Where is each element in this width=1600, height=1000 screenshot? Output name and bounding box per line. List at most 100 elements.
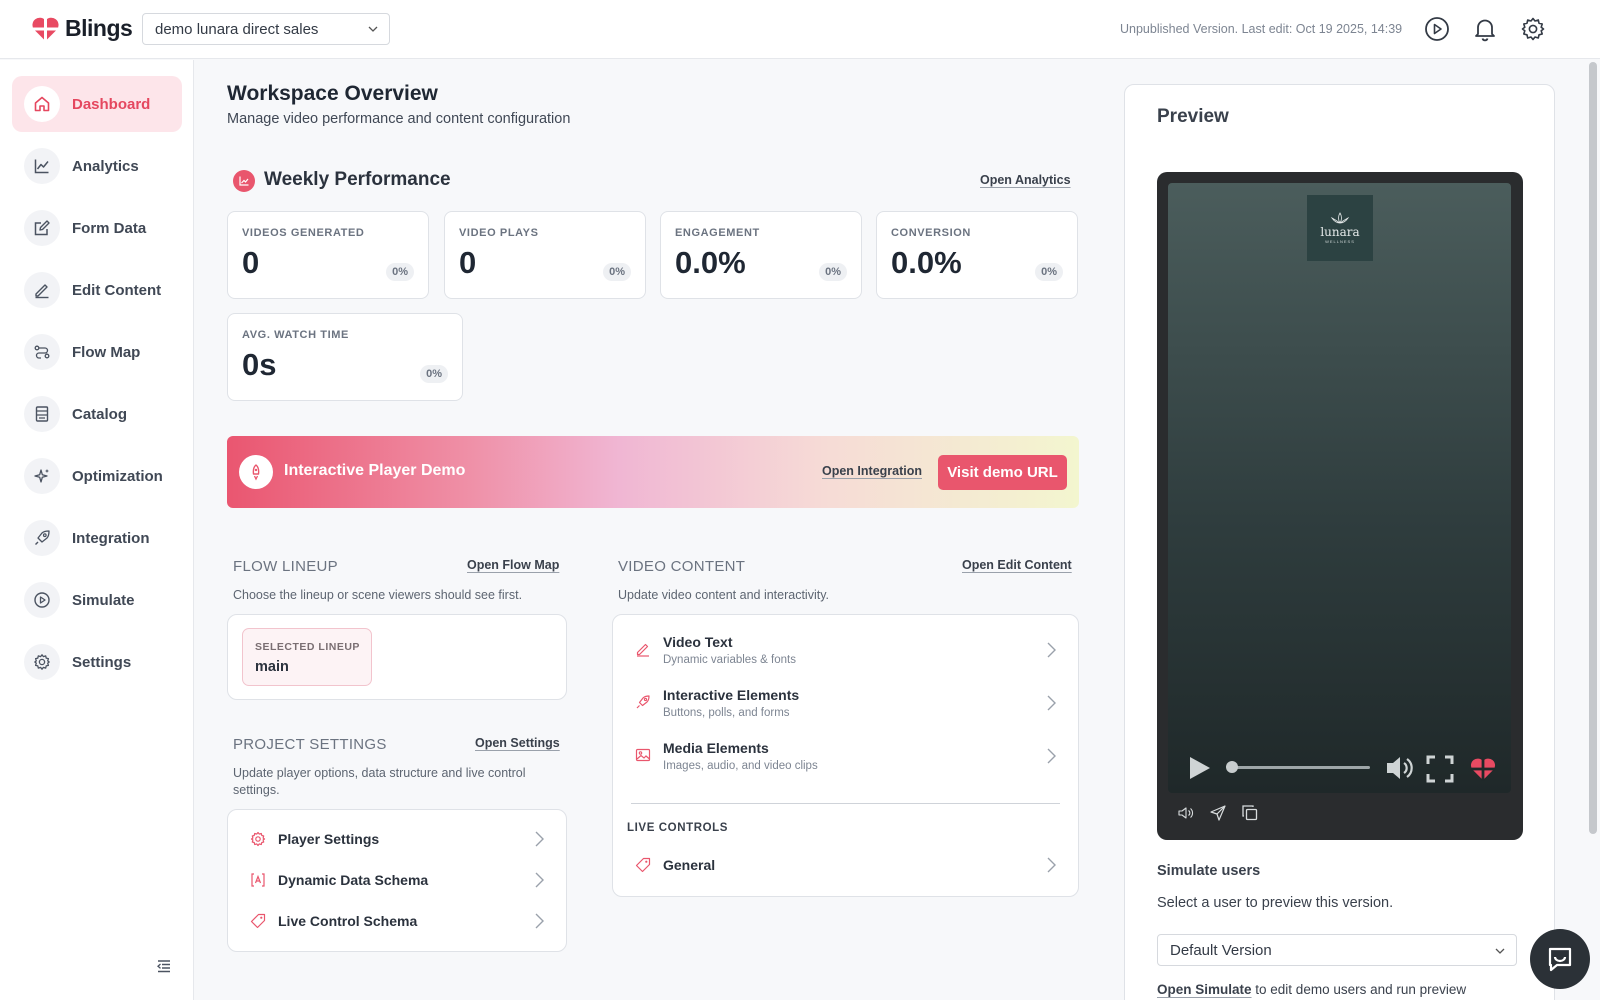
open-integration-link[interactable]: Open Integration [822, 464, 922, 478]
visit-demo-url-button[interactable]: Visit demo URL [938, 455, 1067, 490]
data-schema-icon [251, 873, 265, 887]
media-elements-row[interactable]: Media Elements Images, audio, and video … [613, 731, 1078, 781]
selected-lineup-value: main [255, 659, 289, 675]
bell-icon[interactable] [1472, 16, 1498, 42]
player-settings-row[interactable]: Player Settings [228, 818, 566, 862]
send-icon[interactable] [1209, 804, 1227, 822]
sidebar-item-label: Flow Map [72, 343, 141, 361]
stat-value: 0s [242, 347, 277, 382]
row-title: Live Control Schema [278, 913, 418, 929]
video-text-row[interactable]: Video Text Dynamic variables & fonts [613, 625, 1078, 675]
open-settings-link[interactable]: Open Settings [475, 736, 560, 750]
dynamic-data-schema-row[interactable]: Dynamic Data Schema [228, 859, 566, 903]
progress-handle[interactable] [1226, 761, 1238, 773]
chart-line-icon [24, 148, 60, 184]
pencil-icon [636, 643, 649, 657]
collapse-sidebar-icon[interactable] [156, 958, 172, 974]
row-title: Video Text [663, 634, 733, 650]
sidebar-item-flow-map[interactable]: Flow Map [12, 324, 182, 380]
page-title: Workspace Overview [227, 82, 438, 105]
workspace-select[interactable]: demo lunara direct sales [142, 13, 390, 45]
interactive-elements-row[interactable]: Interactive Elements Buttons, polls, and… [613, 678, 1078, 728]
sidebar-item-settings[interactable]: Settings [12, 634, 182, 690]
stat-value: 0.0% [675, 245, 746, 280]
sidebar-item-analytics[interactable]: Analytics [12, 138, 182, 194]
brand-logo[interactable]: Blings [32, 15, 133, 42]
row-title: Interactive Elements [663, 687, 800, 703]
open-edit-content-link[interactable]: Open Edit Content [962, 558, 1072, 572]
play-circle-icon[interactable] [1424, 16, 1450, 42]
gear-icon[interactable] [1520, 16, 1546, 42]
simulate-users-description: Select a user to preview this version. [1157, 895, 1394, 911]
volume-icon[interactable] [1385, 753, 1417, 783]
chevron-down-icon [1495, 948, 1505, 954]
interactive-demo-banner: Interactive Player Demo Open Integration… [227, 436, 1079, 508]
help-chat-button[interactable] [1530, 929, 1590, 989]
image-icon [635, 748, 651, 762]
live-control-schema-row[interactable]: Live Control Schema [228, 900, 566, 944]
sidebar: Dashboard Analytics Form Data Edit Conte… [0, 60, 194, 1000]
stat-card-avg-watch-time: AVG. WATCH TIME 0s 0% [227, 313, 463, 401]
simulate-footer: Open Simulate to edit demo users and run… [1157, 982, 1466, 997]
stat-label: VIDEO PLAYS [459, 227, 539, 239]
video-content-card: Video Text Dynamic variables & fonts Int… [612, 614, 1079, 897]
row-title: Dynamic Data Schema [278, 872, 429, 888]
stat-delta-badge: 0% [819, 263, 847, 281]
weekly-performance-title: Weekly Performance [264, 169, 451, 190]
gear-icon [24, 644, 60, 680]
play-circle-icon [24, 582, 60, 618]
copy-icon[interactable] [1241, 804, 1259, 822]
sidebar-item-label: Integration [72, 529, 150, 547]
simulate-footer-text: to edit demo users and run preview [1251, 982, 1467, 997]
rocket-icon [239, 455, 273, 489]
lunara-logo: lunara WELLNESS [1307, 195, 1373, 261]
tag-icon [635, 857, 651, 873]
sidebar-item-catalog[interactable]: Catalog [12, 386, 182, 442]
sidebar-item-edit-content[interactable]: Edit Content [12, 262, 182, 318]
fullscreen-icon[interactable] [1426, 755, 1454, 783]
blings-logo-icon [1470, 758, 1496, 781]
selected-lineup-label: SELECTED LINEUP [255, 641, 360, 653]
version-select[interactable]: Default Version [1157, 934, 1517, 966]
chevron-right-icon [1047, 748, 1056, 764]
open-analytics-link[interactable]: Open Analytics [980, 173, 1071, 187]
row-description: Buttons, polls, and forms [663, 707, 790, 719]
section-divider [631, 803, 1060, 804]
selected-lineup-chip[interactable]: SELECTED LINEUP main [242, 628, 372, 686]
sidebar-item-simulate[interactable]: Simulate [12, 572, 182, 628]
sidebar-item-optimization[interactable]: Optimization [12, 448, 182, 504]
sidebar-item-integration[interactable]: Integration [12, 510, 182, 566]
speaker-icon[interactable] [1177, 804, 1195, 822]
stat-card-videos-generated: VIDEOS GENERATED 0 0% [227, 211, 429, 299]
demo-title: Interactive Player Demo [284, 462, 466, 479]
lotus-icon [1330, 212, 1350, 224]
open-flow-map-link[interactable]: Open Flow Map [467, 558, 559, 572]
row-title: General [663, 857, 716, 873]
chevron-right-icon [1047, 695, 1056, 711]
simulate-users-title: Simulate users [1157, 863, 1261, 879]
stat-label: ENGAGEMENT [675, 227, 760, 239]
play-icon[interactable] [1186, 755, 1212, 781]
stat-delta-badge: 0% [603, 263, 631, 281]
stat-label: CONVERSION [891, 227, 971, 239]
video-player[interactable]: lunara WELLNESS [1157, 172, 1523, 840]
brand-name-text: lunara [1320, 225, 1360, 239]
gear-icon [250, 831, 266, 847]
sidebar-item-form-data[interactable]: Form Data [12, 200, 182, 256]
version-select-value: Default Version [1170, 941, 1272, 959]
open-simulate-link[interactable]: Open Simulate [1157, 982, 1252, 997]
chevron-right-icon [535, 872, 544, 888]
row-description: Images, audio, and video clips [663, 760, 818, 772]
stat-delta-badge: 0% [420, 365, 448, 383]
video-content-description: Update video content and interactivity. [618, 588, 830, 602]
edit-status-text: Unpublished Version. Last edit: Oct 19 2… [1120, 22, 1403, 36]
sidebar-item-dashboard[interactable]: Dashboard [12, 76, 182, 132]
progress-track[interactable] [1232, 766, 1370, 769]
stat-delta-badge: 0% [1035, 263, 1063, 281]
scrollbar[interactable] [1589, 62, 1597, 834]
video-screen[interactable]: lunara WELLNESS [1168, 183, 1511, 793]
live-control-general-row[interactable]: General [613, 844, 1078, 888]
blings-logo-icon [32, 17, 59, 42]
player-controls [1168, 743, 1511, 793]
preview-panel: Preview lunara WELLNESS Simulate users S… [1124, 84, 1555, 1000]
